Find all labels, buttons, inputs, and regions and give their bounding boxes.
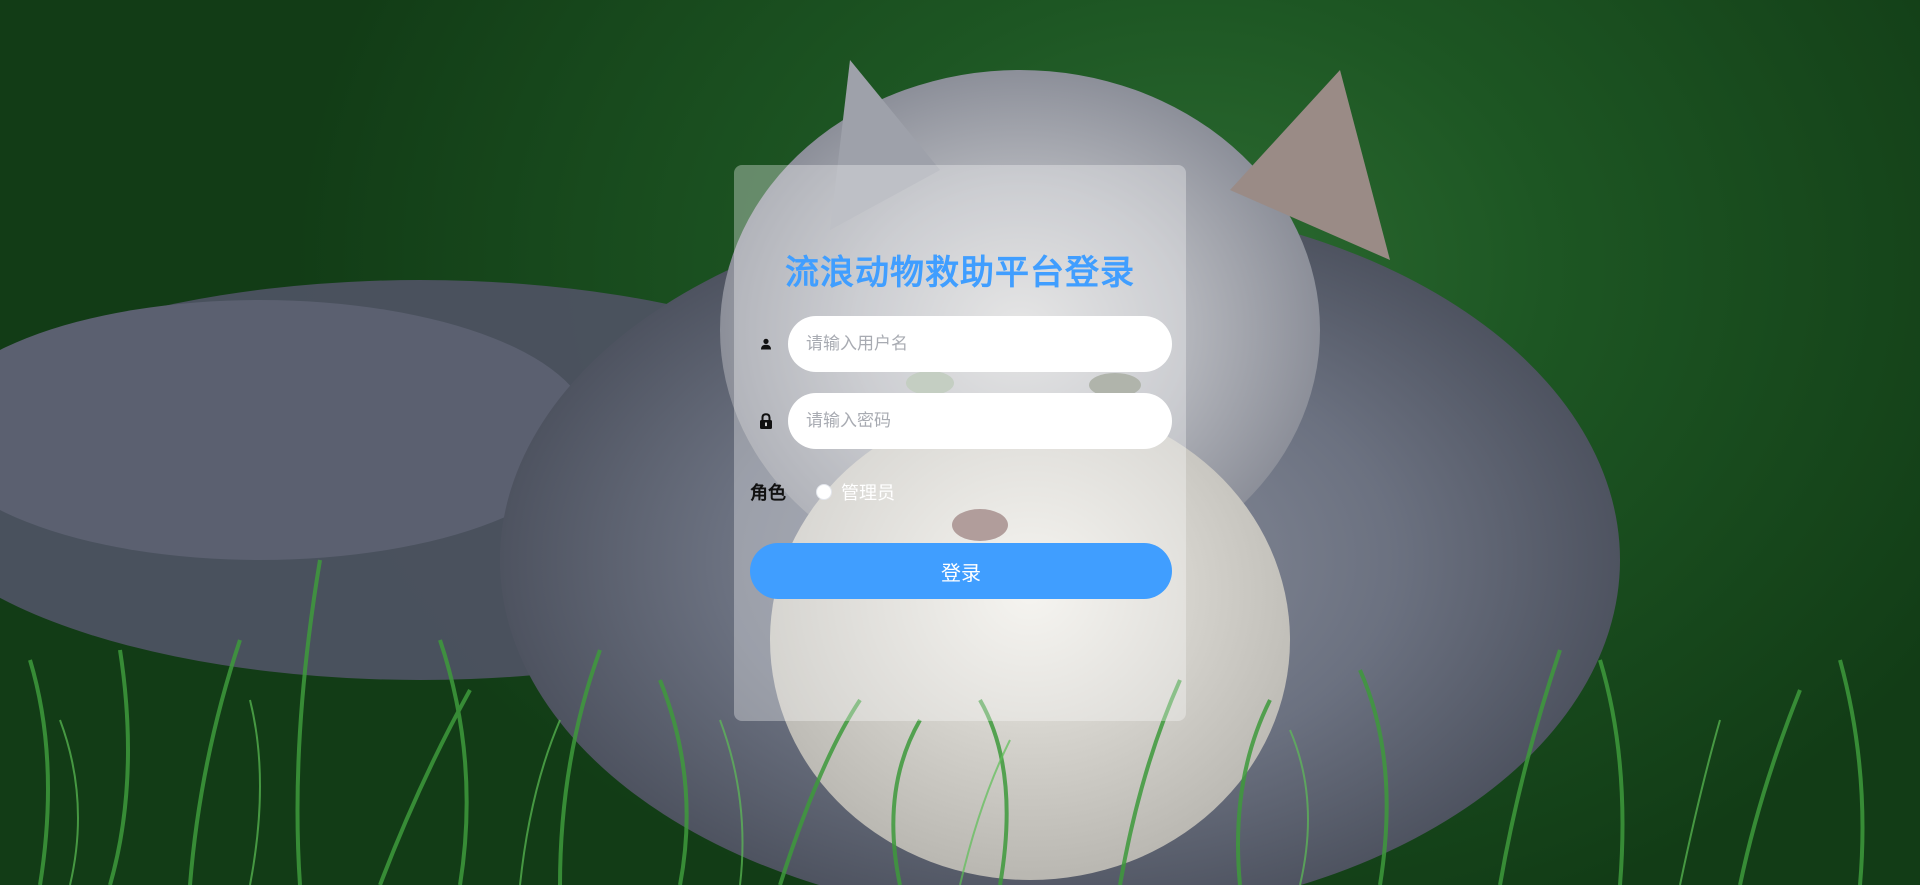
password-input[interactable]: [788, 393, 1172, 449]
role-option-label: 管理员: [841, 483, 895, 504]
role-radio-admin[interactable]: 管理员: [816, 479, 895, 505]
role-label: 角色: [750, 483, 786, 504]
login-card: 流浪动物救助平台登录 角色 管理员 登录: [734, 165, 1186, 721]
page-title: 流浪动物救助平台登录: [785, 253, 1135, 293]
radio-circle-icon[interactable]: [816, 484, 832, 500]
lock-icon: [750, 393, 782, 449]
login-button[interactable]: 登录: [750, 543, 1172, 599]
role-row: 角色 管理员: [750, 477, 895, 507]
username-row: [750, 316, 1172, 372]
username-input[interactable]: [788, 316, 1172, 372]
password-row: [750, 393, 1172, 449]
user-icon: [750, 316, 782, 372]
